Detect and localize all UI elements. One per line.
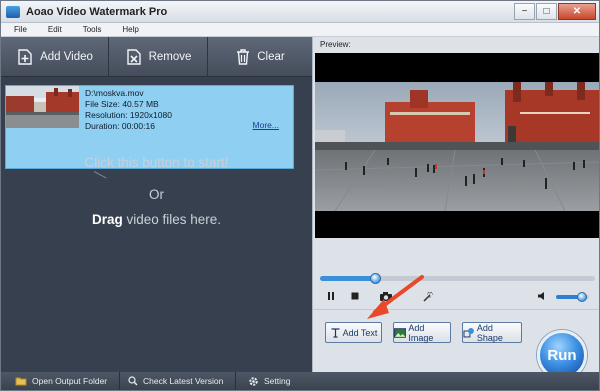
drag-hint: Drag video files here. (1, 212, 312, 227)
setting-button[interactable]: Setting (236, 372, 312, 390)
minimize-button[interactable]: − (514, 3, 535, 20)
open-output-folder-button[interactable]: Open Output Folder (1, 372, 120, 390)
gear-icon (249, 376, 258, 386)
pause-button[interactable] (326, 291, 336, 301)
title-bar: Aoao Video Watermark Pro − □ ✕ (1, 1, 599, 23)
trash-icon (237, 49, 250, 65)
add-video-button[interactable]: Add Video (1, 37, 109, 77)
video-file-size: File Size: 40.57 MB (85, 99, 159, 109)
playback-progress-fill (320, 276, 375, 281)
check-latest-version-label: Check Latest Version (143, 376, 224, 386)
video-preview (315, 53, 599, 238)
add-video-label: Add Video (40, 51, 93, 63)
menu-file[interactable]: File (14, 25, 27, 34)
status-bar: Open Output Folder Check Latest Version … (1, 372, 599, 390)
volume-button[interactable] (537, 291, 548, 301)
menu-bar: File Edit Tools Help (1, 23, 599, 37)
drag-hint-bold: Drag (91, 212, 123, 227)
close-button[interactable]: ✕ (558, 3, 596, 20)
volume-slider-knob[interactable] (577, 292, 588, 302)
video-meta: D:\moskva.mov File Size: 40.57 MB Resolu… (85, 88, 172, 132)
maximize-button[interactable]: □ (536, 3, 557, 20)
video-duration: Duration: 00:00:16 (85, 121, 155, 131)
volume-slider[interactable] (556, 292, 589, 302)
playback-progress[interactable] (320, 273, 595, 284)
stop-icon (351, 292, 359, 300)
setting-label: Setting (264, 376, 291, 386)
stop-button[interactable] (350, 291, 360, 301)
video-thumbnail (6, 86, 79, 128)
image-icon (394, 327, 407, 338)
app-window: Aoao Video Watermark Pro − □ ✕ File Edit… (0, 0, 600, 391)
menu-edit[interactable]: Edit (48, 25, 62, 34)
app-icon (6, 5, 20, 18)
menu-help[interactable]: Help (122, 25, 138, 34)
window-title: Aoao Video Watermark Pro (26, 5, 168, 18)
start-hint: Click this button to start! (84, 155, 229, 170)
remove-label: Remove (148, 51, 192, 63)
camera-icon (380, 292, 392, 301)
check-latest-version-button[interactable]: Check Latest Version (120, 372, 236, 390)
preview-label: Preview: (320, 40, 351, 49)
speaker-icon (538, 292, 544, 300)
text-icon (331, 328, 340, 338)
menu-tools[interactable]: Tools (83, 25, 102, 34)
or-hint: Or (149, 187, 164, 202)
add-shape-button[interactable]: Add Shape (462, 322, 522, 343)
add-text-button[interactable]: Add Text (325, 322, 382, 343)
add-shape-label: Add Shape (476, 322, 503, 343)
remove-icon (126, 49, 141, 65)
divider (313, 309, 599, 310)
playback-progress-knob[interactable] (370, 273, 381, 284)
drag-hint-rest: video files here. (122, 212, 222, 227)
folder-icon (15, 377, 27, 386)
magic-wand-icon (423, 291, 433, 302)
add-image-button[interactable]: Add Image (393, 322, 451, 343)
add-video-icon (18, 49, 32, 65)
add-image-label: Add Image (408, 322, 434, 343)
snapshot-button[interactable] (379, 291, 393, 302)
pointer-line (93, 171, 107, 179)
file-list-panel: Add Video Remove Clear D:\moskva.mov Fil… (1, 37, 312, 372)
pause-icon (328, 292, 334, 300)
preview-panel: Preview: Add Text Add Image Add Shape Ru… (312, 37, 599, 380)
more-link[interactable]: More... (253, 120, 279, 130)
clear-button[interactable]: Clear (208, 37, 312, 77)
file-toolbar: Add Video Remove Clear (1, 37, 312, 77)
video-resolution: Resolution: 1920x1080 (85, 110, 172, 120)
playback-controls (313, 289, 599, 305)
window-controls: − □ ✕ (513, 3, 596, 20)
remove-button[interactable]: Remove (109, 37, 208, 77)
video-path: D:\moskva.mov (85, 88, 144, 98)
search-icon (128, 376, 138, 386)
video-frame (315, 82, 599, 211)
open-output-folder-label: Open Output Folder (32, 376, 108, 386)
shape-icon (463, 328, 474, 338)
add-text-label: Add Text (342, 327, 378, 338)
clear-label: Clear (257, 51, 285, 63)
effects-button[interactable] (422, 291, 434, 303)
